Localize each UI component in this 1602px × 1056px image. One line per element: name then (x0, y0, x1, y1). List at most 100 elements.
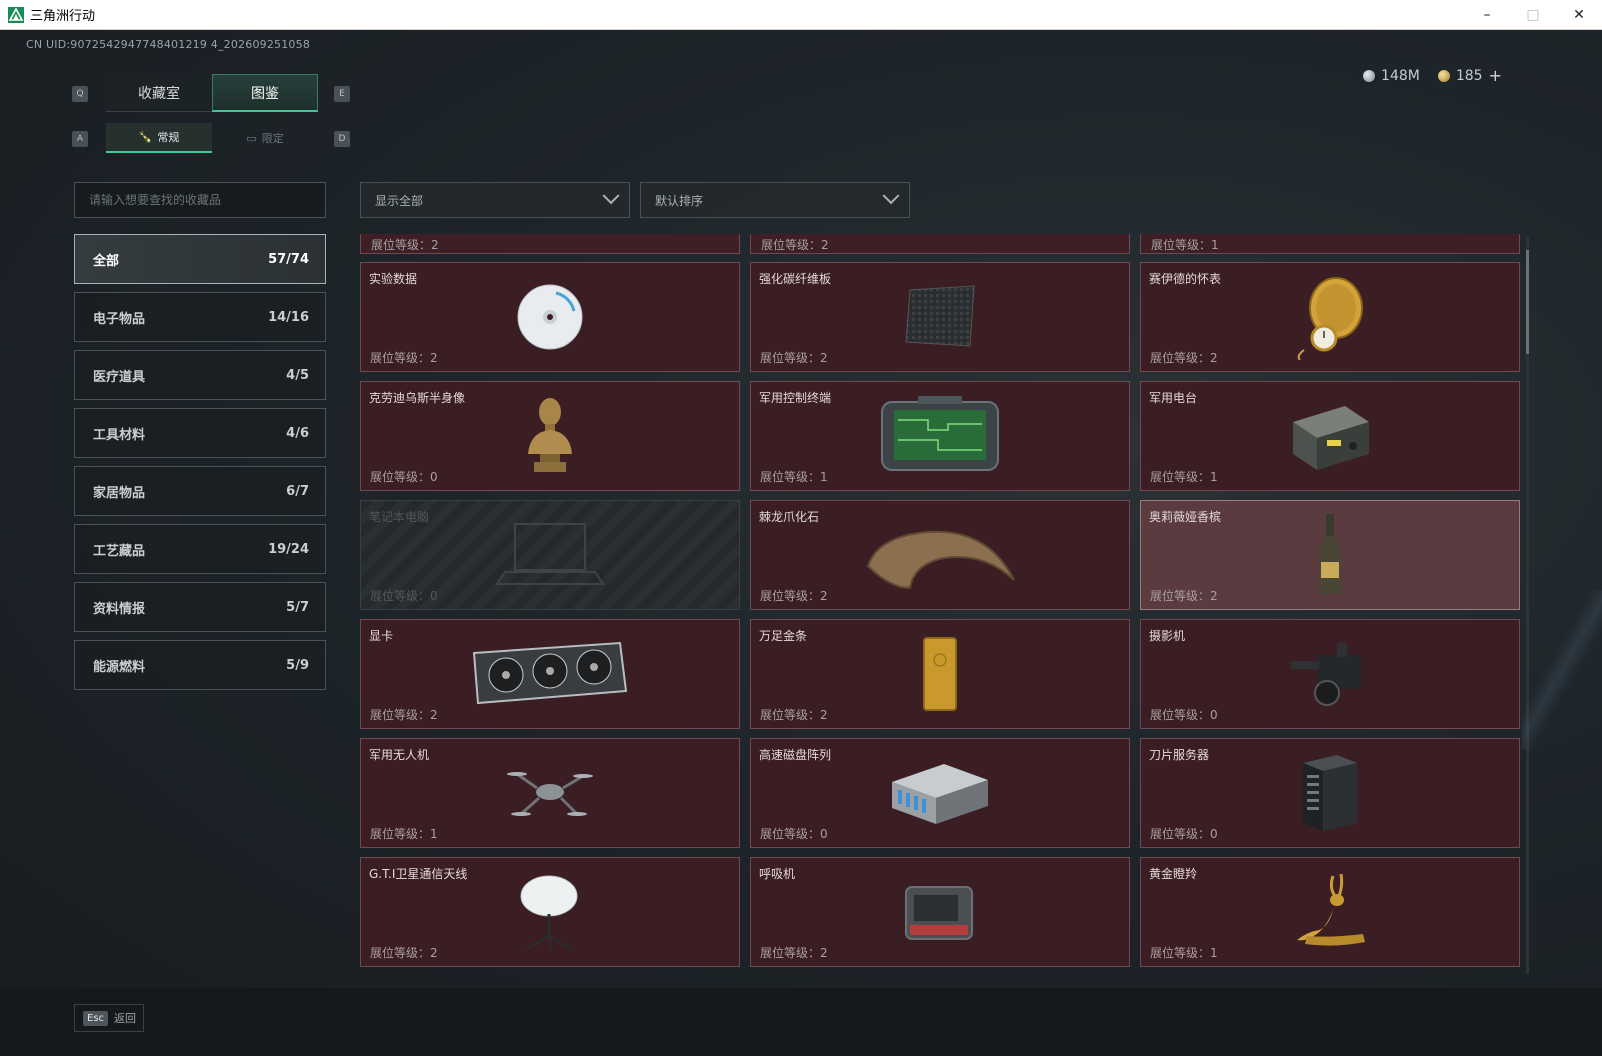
item-card[interactable]: 笔记本电脑 展位等级：0 (360, 500, 740, 610)
category-electronics[interactable]: 电子物品 14/16 (74, 292, 326, 342)
item-card[interactable]: 刀片服务器 展位等级：0 (1140, 738, 1520, 848)
key-hint-q: Q (72, 86, 88, 102)
category-count: 57/74 (268, 251, 309, 267)
main-tabs: 收藏室 图鉴 (106, 74, 318, 112)
item-level: 展位等级：1 (1150, 470, 1218, 484)
carbon-plate-icon (905, 285, 975, 347)
item-level: 展位等级：0 (370, 470, 438, 484)
item-level: 展位等级：2 (760, 946, 828, 960)
filter-dropdown[interactable]: 显示全部 (360, 182, 630, 218)
item-level: 展位等级：0 (1150, 827, 1218, 841)
maximize-button[interactable]: □ (1510, 0, 1556, 30)
tab-codex[interactable]: 图鉴 (212, 74, 318, 112)
back-button[interactable]: Esc 返回 (74, 1004, 144, 1032)
item-name: 实验数据 (369, 272, 418, 286)
chevron-down-icon (602, 187, 620, 205)
category-crafts[interactable]: 工艺藏品 19/24 (74, 524, 326, 574)
filter-dropdown-value: 显示全部 (375, 193, 424, 208)
item-name: 万足金条 (759, 629, 808, 643)
item-card[interactable]: 克劳迪乌斯半身像 展位等级：0 (360, 381, 740, 491)
subtab-regular-label: 常规 (157, 131, 180, 144)
add-currency-button[interactable]: + (1489, 66, 1502, 85)
sub-tabs: 🍾 常规 ▭ 限定 (106, 123, 318, 153)
key-hint-a: A (72, 131, 88, 147)
category-label: 家居物品 (93, 485, 146, 501)
item-card[interactable]: 奥莉薇娅香槟 展位等级：2 (1140, 500, 1520, 610)
sort-dropdown-value: 默认排序 (655, 193, 704, 208)
category-intel[interactable]: 资料情报 5/7 (74, 582, 326, 632)
disk-array-icon (892, 764, 988, 824)
key-hint-e: E (334, 86, 350, 102)
item-card[interactable]: 军用无人机 展位等级：1 (360, 738, 740, 848)
champagne-icon (1319, 514, 1341, 594)
item-card[interactable]: 显卡 展位等级：2 (360, 619, 740, 729)
gold-amount: 185 (1455, 67, 1483, 84)
item-name: 笔记本电脑 (369, 510, 430, 524)
partial-item-card[interactable]: 展位等级：1 (1140, 234, 1520, 254)
item-card[interactable]: 赛伊德的怀表 展位等级：2 (1140, 262, 1520, 372)
item-grid: 展位等级：2 展位等级：2 展位等级：1 实验数据 展位等级：2 强化碳纤维板 (360, 234, 1520, 1004)
category-all[interactable]: 全部 57/74 (74, 234, 326, 284)
laptop-icon (495, 523, 605, 585)
tab-collection-room[interactable]: 收藏室 (106, 74, 212, 112)
minimize-button[interactable]: – (1464, 0, 1510, 30)
item-level: 展位等级：2 (760, 708, 828, 722)
sort-dropdown[interactable]: 默认排序 (640, 182, 910, 218)
subtab-limited[interactable]: ▭ 限定 (212, 123, 318, 153)
item-name: 棘龙爪化石 (759, 510, 820, 524)
item-level: 展位等级：2 (370, 946, 438, 960)
footer-bar: Esc 返回 (0, 988, 1602, 1056)
category-energy[interactable]: 能源燃料 5/9 (74, 640, 326, 690)
camera-icon (1291, 643, 1361, 706)
category-household[interactable]: 家居物品 6/7 (74, 466, 326, 516)
ventilator-icon (905, 886, 973, 940)
item-name: G.T.I卫星通信天线 (369, 867, 468, 881)
item-level: 展位等级：2 (370, 351, 438, 365)
item-card[interactable]: 万足金条 展位等级：2 (750, 619, 1130, 729)
item-card[interactable]: 摄影机 展位等级：0 (1140, 619, 1520, 729)
partial-row: 展位等级：2 展位等级：2 展位等级：1 (360, 234, 1520, 254)
item-level: 展位等级：1 (1150, 946, 1218, 960)
search-input[interactable] (75, 183, 325, 217)
item-card[interactable]: 军用控制终端 展位等级：1 (750, 381, 1130, 491)
item-card[interactable]: 军用电台 展位等级：1 (1140, 381, 1520, 491)
category-label: 能源燃料 (93, 659, 146, 675)
item-card[interactable]: 黄金瞪羚 展位等级：1 (1140, 857, 1520, 967)
scrollbar-thumb[interactable] (1526, 250, 1529, 354)
category-tools[interactable]: 工具材料 4/6 (74, 408, 326, 458)
item-card[interactable]: G.T.I卫星通信天线 展位等级：2 (360, 857, 740, 967)
radio-icon (1293, 406, 1369, 470)
item-name: 摄影机 (1149, 629, 1186, 643)
item-card[interactable]: 呼吸机 展位等级：2 (750, 857, 1130, 967)
category-count: 4/5 (286, 367, 309, 383)
subtab-regular[interactable]: 🍾 常规 (106, 123, 212, 153)
item-name: 军用无人机 (369, 748, 430, 762)
item-name: 克劳迪乌斯半身像 (369, 391, 466, 405)
category-label: 资料情报 (93, 601, 146, 617)
currency-bar: 148M 185 + (1363, 66, 1502, 85)
item-card[interactable]: 强化碳纤维板 展位等级：2 (750, 262, 1130, 372)
grid-scrollbar[interactable] (1526, 236, 1529, 974)
category-label: 全部 (93, 253, 120, 269)
control-terminal-icon (881, 396, 999, 471)
close-button[interactable]: ✕ (1556, 0, 1602, 30)
item-level: 展位等级：2 (1150, 351, 1218, 365)
partial-item-card[interactable]: 展位等级：2 (360, 234, 740, 254)
game-area: CN UID:9072542947748401219 4_20260925105… (0, 30, 1602, 1056)
gold-currency: 185 + (1437, 66, 1502, 85)
satellite-dish-icon (520, 875, 578, 953)
claw-fossil-icon (866, 530, 1015, 590)
item-card[interactable]: 高速磁盘阵列 展位等级：0 (750, 738, 1130, 848)
item-card[interactable]: 棘龙爪化石 展位等级：2 (750, 500, 1130, 610)
gold-gazelle-icon (1297, 873, 1365, 946)
category-count: 19/24 (268, 541, 309, 557)
back-label: 返回 (114, 1012, 137, 1025)
item-name: 强化碳纤维板 (759, 272, 832, 286)
item-name: 呼吸机 (759, 867, 796, 881)
item-card[interactable]: 实验数据 展位等级：2 (360, 262, 740, 372)
category-count: 14/16 (268, 309, 309, 325)
category-medical[interactable]: 医疗道具 4/5 (74, 350, 326, 400)
item-level: 展位等级：0 (370, 589, 438, 603)
silver-coin-icon (1363, 69, 1376, 82)
partial-item-card[interactable]: 展位等级：2 (750, 234, 1130, 254)
